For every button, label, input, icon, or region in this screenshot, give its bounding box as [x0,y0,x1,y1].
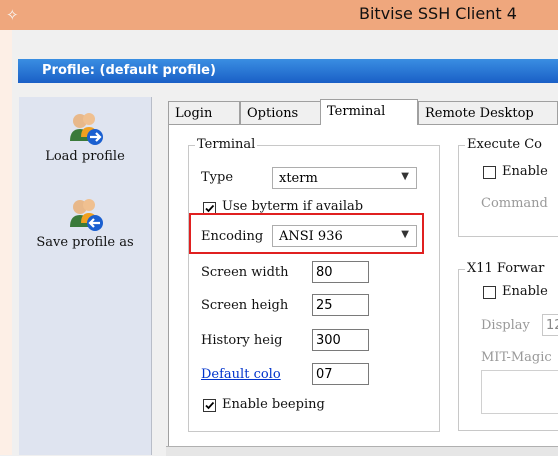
app-icon: ✧ [6,6,19,24]
use-byterm-label-wrap: Use byterm if availab [222,199,418,217]
execute-group-title: Execute Co [465,137,558,152]
x11-group-title: X11 Forwar [465,261,558,276]
screen-height-label: Screen heigh [201,298,289,313]
type-value: xterm [279,171,318,186]
load-profile-button[interactable]: Load profile [19,111,151,165]
title-bar[interactable]: ✧ Bitvise SSH Client 4 [0,0,558,30]
checkmark-icon [205,204,215,213]
display-label: Display [481,318,530,333]
encoding-select[interactable]: ANSI 936 ▼ [272,225,417,247]
history-height-input[interactable] [312,329,369,351]
display-input[interactable] [542,314,558,336]
window-title: Bitvise SSH Client 4 [359,4,517,23]
use-byterm-checkbox[interactable] [203,202,216,215]
save-profile-icon [67,197,103,235]
default-color-input[interactable] [312,363,369,385]
screen-width-input[interactable] [312,261,369,283]
use-byterm-label: Use byterm if availab [222,199,364,214]
x11-enable-label: Enable [502,284,548,299]
enable-beeping-checkbox[interactable] [203,399,216,412]
save-profile-button[interactable]: Save profile as [19,197,151,251]
profile-header-text: Profile: (default profile) [42,63,216,78]
profile-header: Profile: (default profile) [18,59,558,83]
screen-height-input[interactable] [312,294,369,316]
execute-enable-checkbox[interactable] [483,166,496,179]
save-profile-label: Save profile as [36,235,134,250]
command-label: Command [481,196,548,211]
history-height-label: History heig [201,333,283,348]
screen-width-label: Screen width [201,265,289,280]
load-profile-icon [67,111,103,149]
tab-options[interactable]: Options [240,101,321,124]
chevron-down-icon: ▼ [401,229,409,240]
terminal-group-title: Terminal [195,137,258,152]
execute-enable-label: Enable [502,164,548,179]
enable-beeping-label: Enable beeping [222,397,325,412]
tab-remote-desktop[interactable]: Remote Desktop [418,101,558,124]
encoding-value: ANSI 936 [279,229,343,244]
tab-terminal[interactable]: Terminal [320,99,418,125]
tab-login[interactable]: Login [168,101,240,124]
checkmark-icon [205,401,215,410]
mit-magic-input[interactable] [481,370,558,414]
encoding-label: Encoding [201,229,264,244]
type-select[interactable]: xterm ▼ [272,167,417,189]
default-color-link[interactable]: Default colo [201,367,281,382]
x11-enable-checkbox[interactable] [483,286,496,299]
type-label: Type [201,170,234,185]
mit-magic-label: MIT-Magic [481,350,552,365]
execute-group: Execute Co [458,137,558,237]
chevron-down-icon: ▼ [401,171,409,182]
sidebar: Load profile Save profile as [19,97,152,455]
load-profile-label: Load profile [45,149,125,164]
